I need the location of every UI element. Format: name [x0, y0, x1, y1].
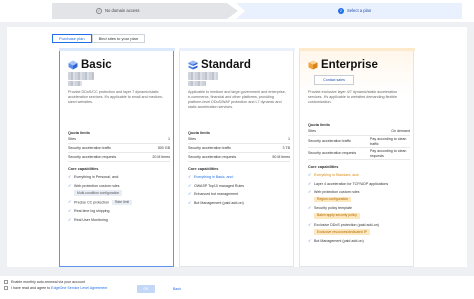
list-item: ✓ Web protection custom rules Region confi… [308, 189, 360, 203]
feature-sub-tag: Multi-condition configuration [74, 190, 123, 196]
price-unit-redacted [68, 81, 82, 86]
step-number-icon: 2 [338, 8, 344, 14]
list-item: ✓ Exclusive DDoS protection (paid add-on)… [308, 221, 379, 235]
back-button[interactable]: Back [168, 285, 186, 293]
card-top-band [179, 48, 295, 52]
ok-button[interactable]: OK [137, 285, 155, 293]
agreement-option: I have read and agree to EdgeOne Service… [4, 286, 107, 291]
cube-icon [68, 60, 78, 70]
plan-card-enterprise[interactable]: Enterprise Contact sales Provide exclusi… [299, 48, 415, 267]
step-done-icon: ✓ [96, 8, 102, 14]
plan-description: Applicable to medium and large governmen… [188, 90, 286, 109]
cube-stack-icon [188, 60, 198, 70]
list-item: ✓ Precise CC protection Rate limit [68, 199, 172, 206]
quota-row: Sites On demand [308, 127, 410, 136]
tab-bind-sites[interactable]: Bind sites to your plan [91, 34, 145, 43]
plan-selection-panel: Purchase plan Bind sites to your plan Ba… [7, 27, 467, 267]
quota-row: Security acceleration traffic Pay accordi… [308, 136, 410, 148]
list-item: ✓ Real-time log shipping [68, 208, 110, 214]
plan-title: Standard [188, 58, 251, 72]
price-redacted [68, 72, 94, 80]
list-item: ✓ Bot Management (paid add-on) [188, 199, 244, 205]
list-item: ✓ Everything in Standard, and: [308, 172, 360, 177]
step-domain-access-label: No domain access [105, 8, 140, 13]
feature-sub-tag: Batch apply security policy [314, 212, 360, 219]
plan-card-standard[interactable]: Standard Applicable to medium and large … [179, 48, 295, 267]
plan-title: Basic [68, 58, 112, 72]
quota-row: Security acceleration requests 50 M times [188, 153, 290, 162]
quota-row: Sites 1 [68, 135, 170, 144]
plan-name: Enterprise [321, 59, 378, 71]
list-item: ✓ Layer 4 acceleration for TCP/UDP applic… [308, 180, 389, 186]
core-capabilities-heading: Core capabilities [188, 167, 219, 171]
step-bar: ✓ No domain access 2 Select a plan [0, 0, 474, 22]
price-redacted [188, 72, 218, 80]
plan-name: Basic [81, 59, 112, 71]
list-item: ✓ Everything in Personal, and: [68, 174, 119, 179]
list-item: ✓ Everything in Basic, and: [188, 174, 234, 179]
step-domain-access [52, 3, 238, 19]
building-blocks-icon [308, 60, 318, 70]
list-item: ✓ Web protection custom rules Multi-condit… [68, 183, 172, 196]
quota-row: Security acceleration traffic 500 GB [68, 144, 170, 153]
tab-purchase-plan[interactable]: Purchase plan [52, 34, 92, 43]
list-item: ✓ Enhanced bot management [188, 191, 239, 197]
plan-description: Provide exclusive layer 4/7 dynamic/stat… [308, 90, 398, 104]
quota-row: Security acceleration requests Pay accord… [308, 148, 410, 160]
agreement-checkbox[interactable] [4, 286, 8, 291]
plan-card-basic[interactable]: Basic Provide DDoS/CC protection and lay… [59, 48, 175, 267]
list-item: ✓ OWASP Top10 managed Rules [188, 182, 245, 188]
feature-tag: Rate limit [111, 199, 133, 206]
auto-renew-label: Enable monthly auto-renewal via your acc… [11, 280, 85, 284]
quota-row: Sites 1 [188, 135, 290, 144]
price-unit-redacted [188, 81, 206, 86]
step-select-plan-label: Select a plan [347, 8, 372, 13]
list-item: ✓ Bot Management (paid add-on) [308, 237, 364, 243]
feature-list: ✓ Everything in Basic, and: ✓ OWASP Top10 … [188, 174, 292, 209]
purchase-footer: Enable monthly auto-renewal via your acc… [0, 276, 474, 299]
quota-row: Security acceleration requests 20 M times [68, 153, 170, 162]
auto-renew-checkbox[interactable] [4, 280, 8, 285]
list-item: ✓ Security policy template Batch apply sec… [308, 206, 412, 219]
feature-list: ✓ Everything in Personal, and: ✓ Web prote… [68, 174, 172, 227]
contact-sales-button[interactable]: Contact sales [314, 75, 354, 85]
feature-list: ✓ Everything in Standard, and: ✓ Layer 4 a… [308, 172, 412, 247]
auto-renew-option: Enable monthly auto-renewal via your acc… [4, 280, 85, 285]
card-top-band [299, 48, 415, 52]
card-top-band [59, 48, 175, 52]
core-capabilities-heading: Core capabilities [308, 165, 339, 169]
list-item: ✓ Real User Monitoring [68, 216, 108, 222]
quota-row: Security acceleration traffic 3 TB [188, 144, 290, 153]
plan-title: Enterprise [308, 58, 378, 72]
plan-tabs: Purchase plan Bind sites to your plan [52, 34, 145, 43]
feature-sub-tag: Region configuration [314, 196, 352, 203]
plan-name: Standard [201, 59, 251, 71]
feature-sub-tag: Exclusive resources/dedicated IP [314, 229, 370, 235]
agreement-label: I have read and agree to [11, 286, 51, 290]
agreement-link[interactable]: EdgeOne Service Level Agreement [51, 286, 107, 290]
core-capabilities-heading: Core capabilities [68, 167, 99, 171]
plan-description: Provide DDoS/CC protection and layer 7 d… [68, 90, 163, 104]
